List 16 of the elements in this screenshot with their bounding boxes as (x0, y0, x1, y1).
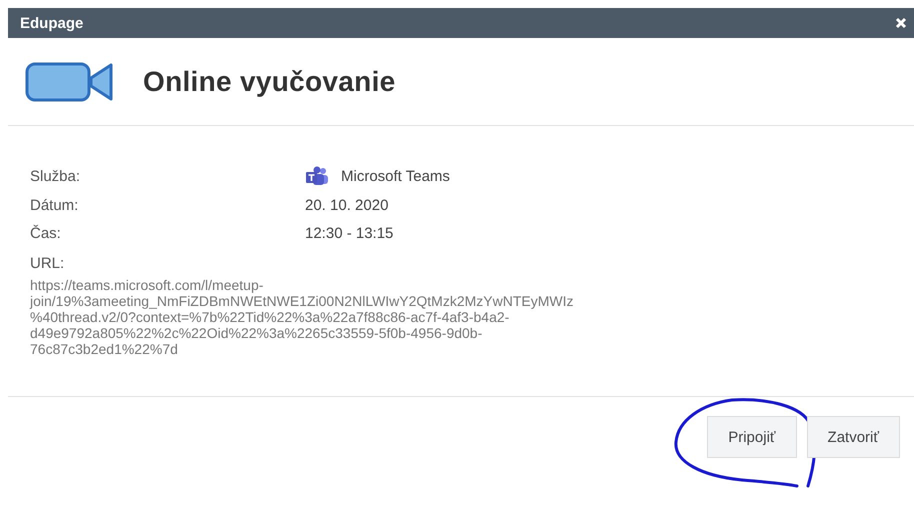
field-label: Dátum: (30, 197, 80, 214)
field-label: Služba: (30, 168, 82, 184)
close-icon (895, 17, 907, 29)
teams-icon (305, 166, 329, 186)
field-label: URL: (30, 255, 66, 272)
field-value: Microsoft Teams (341, 168, 450, 184)
join-button[interactable]: Pripojiť (707, 416, 797, 458)
field-label: Čas: (30, 225, 62, 242)
meeting-url: https://teams.microsoft.com/l/meetup- join/19%3ameeting_NmFiZDBmNWEtNWE1Zi00N2NlLWIwY2QtMzk2MzYwNTEyMWIz %40thread.v2/0?context=%7b%22Tid%22%3a%22a7f88c86-ac7f-4af3-b4a2- d49e9792a805%22%2c%22Oid%22%3a%2265c33559-5f0b-4956-9d0b- 76c87c3b2ed1%22%7d (30, 277, 575, 357)
window-title: Edupage (20, 14, 84, 32)
dialog-heading: Online vyučovanie (143, 66, 396, 98)
field-value: 12:30 - 13:15 (305, 225, 394, 242)
field-value: 20. 10. 2020 (305, 197, 388, 214)
close-button[interactable] (894, 16, 908, 30)
video-camera-icon (25, 62, 113, 102)
close-dialog-button[interactable]: Zatvoriť (806, 416, 900, 458)
